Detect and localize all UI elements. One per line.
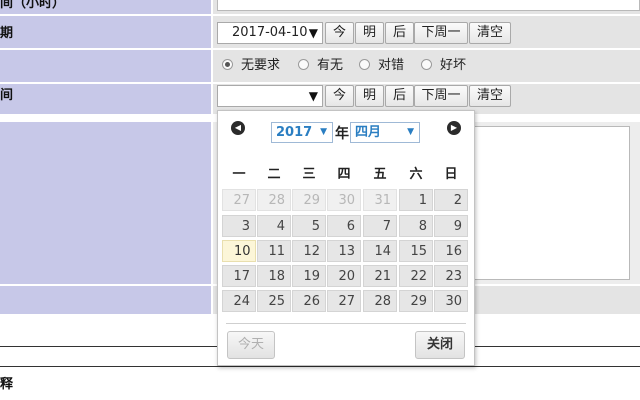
today-button[interactable]: 今天 (227, 331, 275, 359)
tomorrow-quick-button-2[interactable]: 明 (355, 85, 384, 107)
day-cell[interactable]: 26 (292, 290, 326, 312)
day-cell-other-month[interactable]: 31 (363, 189, 397, 211)
weekday-label: 三 (302, 167, 316, 182)
day-cell[interactable]: 19 (292, 265, 326, 287)
day-cell[interactable]: 21 (363, 265, 397, 287)
day-cell[interactable]: 13 (327, 240, 361, 262)
day-cell[interactable]: 20 (327, 265, 361, 287)
prev-month-icon[interactable]: ◀ (231, 121, 245, 135)
day-cell[interactable]: 5 (292, 215, 326, 237)
row4-label-cell (0, 84, 211, 114)
radio-option-3[interactable]: 好坏 (421, 58, 466, 74)
day-cell[interactable]: 14 (363, 240, 397, 262)
day-cell-other-month[interactable]: 27 (222, 189, 256, 211)
row3-label-cell (0, 50, 211, 82)
clear-button[interactable]: 清空 (469, 22, 511, 44)
bottom-label: 释 (0, 377, 14, 392)
after-quick-button-2[interactable]: 后 (385, 85, 414, 107)
row4-label: 间 (0, 88, 14, 103)
today-quick-button-2[interactable]: 今 (325, 85, 354, 107)
day-cell[interactable]: 28 (363, 290, 397, 312)
row1-input[interactable] (217, 0, 640, 11)
row2-label: 期 (0, 26, 14, 41)
close-button[interactable]: 关闭 (415, 331, 465, 359)
day-cell-other-month[interactable]: 30 (327, 189, 361, 211)
date-input-2[interactable]: ▼ (217, 85, 323, 107)
clear-button-2[interactable]: 清空 (469, 85, 511, 107)
dropdown-arrow-icon[interactable]: ▼ (309, 86, 318, 106)
day-cell[interactable]: 8 (399, 215, 433, 237)
next-monday-button-2[interactable]: 下周一 (414, 85, 468, 107)
calendar-divider (226, 323, 466, 324)
year-value: 2017 (276, 125, 313, 140)
radio-option-2[interactable]: 对错 (359, 58, 404, 74)
weekday-label: 日 (444, 167, 458, 182)
month-value: 四月 (355, 125, 382, 140)
day-cell[interactable]: 12 (292, 240, 326, 262)
day-cell[interactable]: 6 (327, 215, 361, 237)
radio-unchecked-icon[interactable] (359, 59, 370, 70)
day-cell[interactable]: 7 (363, 215, 397, 237)
date-picker-popup: ◀ 2017 ▼ 年 四月 ▼ ▶ 一二三四五六日 27 28 29 30 31 1 2 3 4… (217, 110, 475, 366)
radio-label: 对错 (378, 58, 405, 73)
weekday-label: 二 (267, 167, 281, 182)
next-month-icon[interactable]: ▶ (447, 121, 461, 135)
radio-unchecked-icon[interactable] (421, 59, 432, 70)
dropdown-triangle-icon: ▼ (407, 127, 414, 137)
day-cell-other-month[interactable]: 29 (292, 189, 326, 211)
notes-textarea[interactable] (466, 126, 630, 280)
day-cell[interactable]: 1 (399, 189, 433, 211)
weekday-label: 四 (337, 167, 351, 182)
day-cell[interactable]: 3 (222, 215, 256, 237)
row5-label-cell (0, 122, 211, 284)
day-cell[interactable]: 27 (327, 290, 361, 312)
day-cell[interactable]: 2 (434, 189, 468, 211)
next-monday-button[interactable]: 下周一 (414, 22, 468, 44)
date-input-1-value: 2017-04-10 (232, 25, 308, 40)
day-cell[interactable]: 16 (434, 240, 468, 262)
day-cell[interactable]: 15 (399, 240, 433, 262)
day-cell[interactable]: 11 (257, 240, 291, 262)
tomorrow-quick-button[interactable]: 明 (355, 22, 384, 44)
day-cell[interactable]: 25 (257, 290, 291, 312)
year-select[interactable]: 2017 ▼ (271, 122, 333, 143)
radio-label: 好坏 (440, 58, 467, 73)
row6-label-cell (0, 286, 211, 314)
day-cell[interactable]: 18 (257, 265, 291, 287)
day-cell[interactable]: 22 (399, 265, 433, 287)
date-input-1[interactable]: 2017-04-10 ▼ (217, 22, 323, 44)
month-select[interactable]: 四月 ▼ (350, 122, 420, 143)
dropdown-triangle-icon: ▼ (320, 127, 327, 137)
day-cell[interactable]: 23 (434, 265, 468, 287)
radio-option-0[interactable]: 无要求 (222, 58, 280, 74)
radio-option-1[interactable]: 有无 (298, 58, 343, 74)
day-cell[interactable]: 4 (257, 215, 291, 237)
today-quick-button[interactable]: 今 (325, 22, 354, 44)
weekday-label: 一 (232, 167, 246, 182)
row1-label: 间（小时） (0, 0, 66, 11)
weekday-label: 六 (409, 167, 423, 182)
weekday-label: 五 (373, 167, 387, 182)
after-quick-button[interactable]: 后 (385, 22, 414, 44)
year-suffix: 年 (335, 126, 349, 142)
day-cell-other-month[interactable]: 28 (257, 189, 291, 211)
radio-checked-icon[interactable] (222, 59, 233, 70)
day-cell-today[interactable]: 10 (222, 240, 256, 262)
radio-unchecked-icon[interactable] (298, 59, 309, 70)
dropdown-arrow-icon[interactable]: ▼ (309, 23, 318, 43)
day-cell[interactable]: 17 (222, 265, 256, 287)
day-cell[interactable]: 24 (222, 290, 256, 312)
day-cell[interactable]: 29 (399, 290, 433, 312)
radio-label: 有无 (317, 58, 344, 73)
day-cell[interactable]: 9 (434, 215, 468, 237)
day-cell[interactable]: 30 (434, 290, 468, 312)
separator-line (0, 366, 640, 367)
radio-label: 无要求 (241, 58, 281, 73)
row2-label-cell (0, 16, 211, 48)
